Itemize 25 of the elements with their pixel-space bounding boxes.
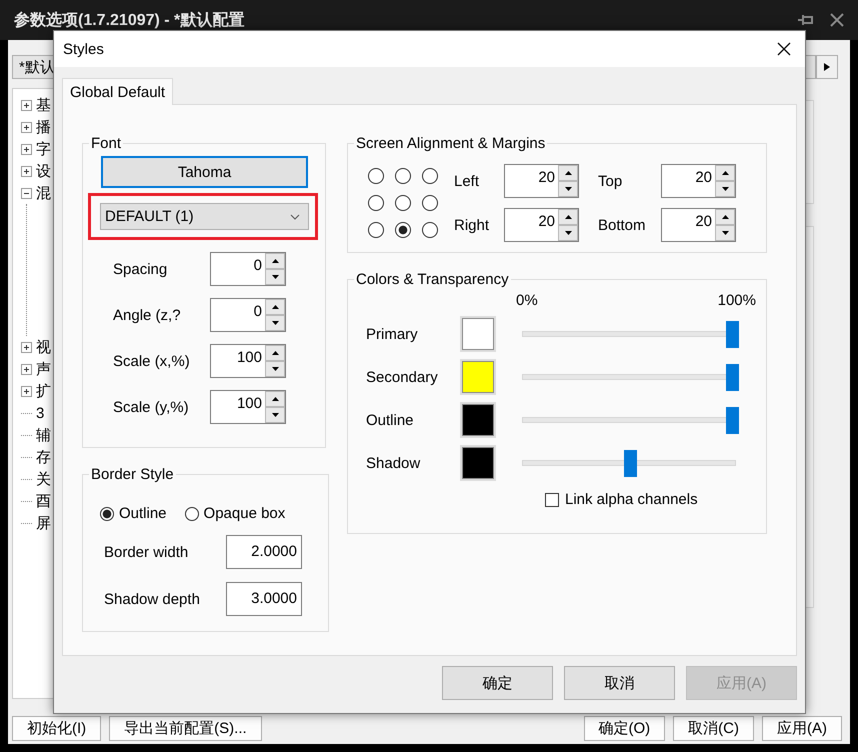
checkbox-label: Link alpha channels: [565, 491, 698, 508]
window-title: 参数选项(1.7.21097) - *默认配置: [14, 10, 246, 30]
field-label: Shadow depth: [104, 590, 201, 608]
group-title: Screen Alignment & Margins: [355, 135, 546, 152]
field-label: Right: [454, 216, 490, 234]
color-label: Shadow: [366, 454, 422, 472]
color-label: Primary: [366, 326, 419, 342]
color-label: Secondary: [366, 368, 439, 386]
field-label: Spacing: [113, 260, 168, 278]
group-title: Border Style: [90, 466, 175, 483]
field-label: Border width: [104, 544, 190, 560]
scale-label: 100%: [718, 292, 756, 309]
field-label: Left: [454, 172, 480, 190]
radio-label: Outline: [119, 505, 167, 522]
group-title: Font: [90, 135, 122, 152]
field-label: Bottom: [597, 216, 647, 234]
radio-label: Opaque box: [204, 505, 286, 522]
field-label: Scale (y,%): [113, 398, 190, 416]
field-label: Scale (x,%): [113, 352, 191, 370]
field-label: Angle (z,?: [113, 306, 182, 324]
color-label: Outline: [366, 412, 415, 428]
scale-label: 0%: [516, 292, 538, 309]
field-label: Top: [597, 172, 624, 190]
dialog-title: Styles: [63, 40, 105, 58]
group-title: Colors & Transparency: [355, 271, 510, 288]
